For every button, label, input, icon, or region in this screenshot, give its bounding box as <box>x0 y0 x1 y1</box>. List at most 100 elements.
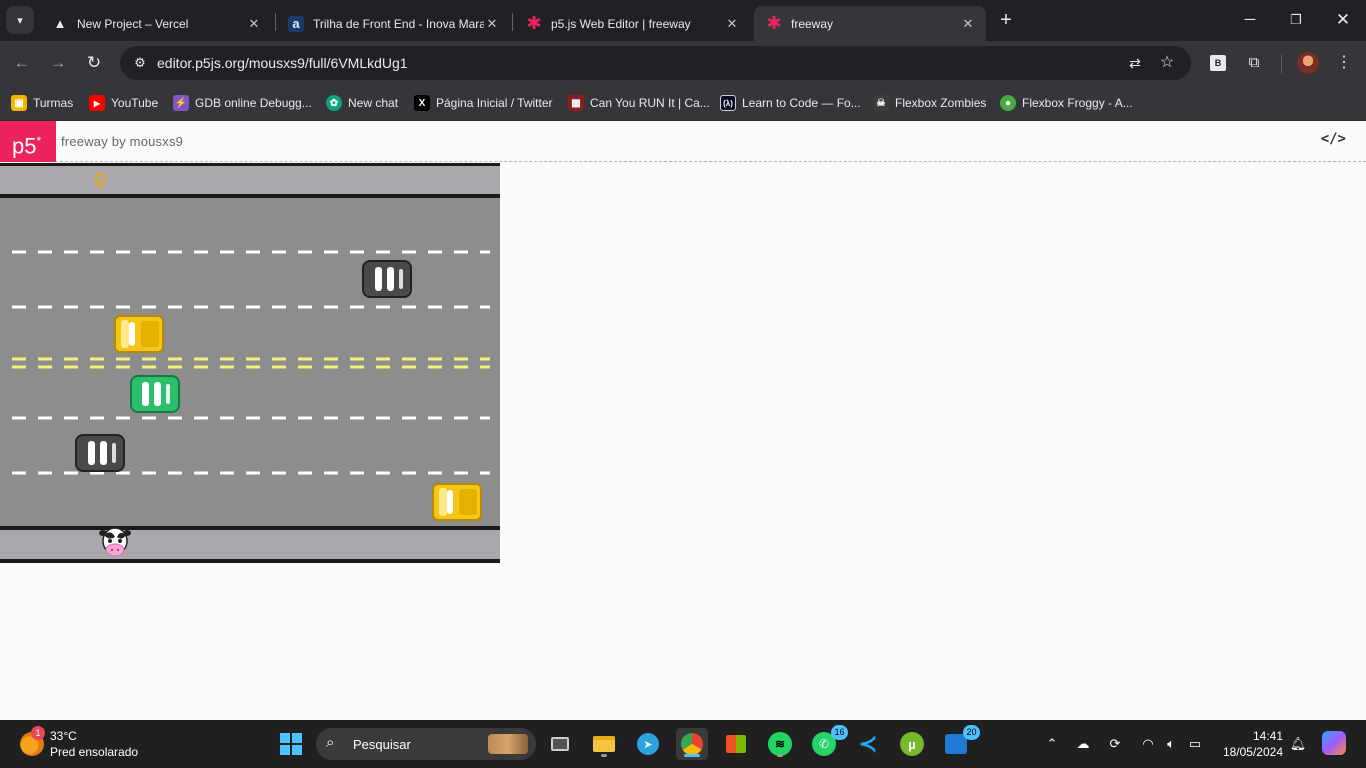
gdb-icon: ⚡ <box>173 95 189 111</box>
extension-icon[interactable]: B <box>1210 55 1226 71</box>
close-icon[interactable]: ✕ <box>484 16 500 32</box>
top-road-edge <box>0 194 500 198</box>
bookmark-turmas[interactable]: ▣ Turmas <box>11 92 73 114</box>
bookmark-twitter[interactable]: X Página Inicial / Twitter <box>414 92 553 114</box>
top-border <box>0 163 500 166</box>
tab-inova[interactable]: a Trilha de Front End - Inova Maranhão ✕ <box>276 6 510 41</box>
code-view-icon[interactable]: </> <box>1321 131 1346 147</box>
spotify-icon: ≋ <box>768 732 792 756</box>
tab-p5-editor[interactable]: ✱ p5.js Web Editor | freeway ✕ <box>514 6 750 41</box>
search-icon: ⌕ <box>326 734 335 751</box>
utorrent-button[interactable]: µ <box>896 728 928 760</box>
search-highlight-image <box>488 734 528 754</box>
tab-strip: ▾ ▲ New Project – Vercel ✕ a Trilha de F… <box>0 0 1366 41</box>
bookmark-flexbox-froggy[interactable]: ● Flexbox Froggy - A... <box>1000 92 1133 114</box>
bookmark-flexbox-zombies[interactable]: ☠ Flexbox Zombies <box>873 92 986 114</box>
bookmark-gdb[interactable]: ⚡ GDB online Debugg... <box>173 92 312 114</box>
frog-icon: ● <box>1000 95 1016 111</box>
tab-vercel[interactable]: ▲ New Project – Vercel ✕ <box>40 6 272 41</box>
new-tab-button[interactable]: + <box>994 9 1018 33</box>
browser-toolbar: ← → ↻ ⚙ editor.p5js.org/mousxs9/full/6VM… <box>0 41 1366 85</box>
volume-icon[interactable]: 🔈︎ <box>1161 734 1181 754</box>
bookmark-star-icon[interactable]: ☆ <box>1156 52 1178 74</box>
p5-asterisk-icon: ✱ <box>766 13 782 33</box>
close-icon[interactable]: ✕ <box>724 16 740 32</box>
car-green <box>130 375 180 413</box>
utorrent-icon: µ <box>900 732 924 756</box>
onedrive-icon[interactable]: ☁ <box>1073 734 1093 754</box>
taskbar: 1 33°C Pred ensolarado ⌕ Pesquisar ➤ ≋ ✆… <box>0 720 1366 768</box>
file-explorer-button[interactable] <box>588 728 620 760</box>
translate-icon[interactable]: ⇄ <box>1124 52 1146 74</box>
address-bar[interactable]: ⚙ editor.p5js.org/mousxs9/full/6VMLkdUg1… <box>120 46 1191 80</box>
folder-icon <box>593 736 615 752</box>
notification-bell-icon[interactable]: 🔔︎ <box>1288 734 1308 754</box>
car-dark <box>362 260 412 298</box>
store-icon <box>726 735 746 753</box>
p5-header: p5* freeway by mousxs9 </> <box>0 121 1366 162</box>
top-sidewalk <box>0 163 500 197</box>
clock-date[interactable]: 18/05/2024 <box>1211 745 1283 759</box>
bottom-sidewalk <box>0 530 500 560</box>
clock-time[interactable]: 14:41 <box>1221 729 1283 743</box>
vscode-button[interactable]: ≺ <box>852 728 884 760</box>
profile-avatar[interactable] <box>1297 52 1319 74</box>
copilot-icon[interactable] <box>1322 731 1346 755</box>
bookmark-new-chat[interactable]: ✿ New chat <box>326 92 398 114</box>
close-icon[interactable]: ✕ <box>960 16 976 32</box>
windows-icon <box>280 733 302 755</box>
bookmark-can-you-run-it[interactable]: ▦ Can You RUN It | Ca... <box>568 92 710 114</box>
weather-badge: 1 <box>31 726 45 740</box>
freecodecamp-icon: (λ) <box>720 95 736 111</box>
store-button[interactable] <box>720 728 752 760</box>
chevron-down-icon: ▾ <box>17 14 23 27</box>
back-button[interactable]: ← <box>9 50 35 76</box>
start-button[interactable] <box>275 728 307 760</box>
bottom-border <box>0 559 500 563</box>
spotify-button[interactable]: ≋ <box>764 728 796 760</box>
url-text[interactable]: editor.p5js.org/mousxs9/full/6VMLkdUg1 <box>157 55 408 71</box>
p5-logo[interactable]: p5* <box>0 121 56 162</box>
forward-button[interactable]: → <box>45 50 71 76</box>
window-close-button[interactable]: ✕ <box>1331 8 1355 32</box>
task-view-button[interactable] <box>544 728 576 760</box>
microsoft-store-button[interactable]: 20 <box>940 725 980 760</box>
classroom-icon: ▣ <box>11 95 27 111</box>
p5-asterisk-icon: ✱ <box>526 13 542 33</box>
sync-icon[interactable]: ⟳ <box>1105 734 1125 754</box>
bookmark-youtube[interactable]: ▶ YouTube <box>89 92 158 114</box>
chrome-icon <box>681 733 703 755</box>
page-content: p5* freeway by mousxs9 </> 0 <box>0 121 1366 720</box>
menu-kebab-icon[interactable]: ⋮ <box>1332 51 1356 75</box>
weather-desc[interactable]: Pred ensolarado <box>50 745 138 759</box>
chrome-button[interactable] <box>676 728 708 760</box>
car-dark <box>75 434 125 472</box>
reload-button[interactable]: ↻ <box>81 50 107 76</box>
tab-freeway[interactable]: ✱ freeway ✕ <box>754 6 986 41</box>
close-icon[interactable]: ✕ <box>246 16 262 32</box>
taskbar-search[interactable]: ⌕ Pesquisar <box>316 728 536 760</box>
extensions-puzzle-icon[interactable]: ⧉ <box>1242 51 1266 75</box>
site-settings-icon[interactable]: ⚙ <box>128 51 152 75</box>
tray-overflow-icon[interactable]: ⌃ <box>1042 734 1062 754</box>
car-yellow <box>432 483 482 521</box>
sketch-title: freeway by mousxs9 <box>61 134 184 149</box>
vscode-icon: ≺ <box>858 731 878 756</box>
wifi-icon[interactable]: ◠ <box>1138 734 1158 754</box>
telegram-button[interactable]: ➤ <box>632 728 664 760</box>
battery-icon[interactable]: ▭ <box>1185 734 1205 754</box>
bookmark-freecodecamp[interactable]: (λ) Learn to Code — Fo... <box>720 92 861 114</box>
inova-icon: a <box>288 15 304 32</box>
tab-search-button[interactable]: ▾ <box>6 6 34 34</box>
weather-temp[interactable]: 33°C <box>50 729 77 743</box>
whatsapp-button[interactable]: ✆ 16 <box>808 725 848 760</box>
minimize-button[interactable]: ─ <box>1238 8 1262 32</box>
road <box>0 198 500 526</box>
game-canvas[interactable]: 0 <box>0 163 500 563</box>
bottom-road-edge <box>0 526 500 530</box>
chatgpt-icon: ✿ <box>326 95 342 111</box>
youtube-icon: ▶ <box>89 95 105 111</box>
task-view-icon <box>551 737 569 751</box>
restore-button[interactable]: ❐ <box>1284 8 1308 32</box>
telegram-icon: ➤ <box>637 733 659 755</box>
